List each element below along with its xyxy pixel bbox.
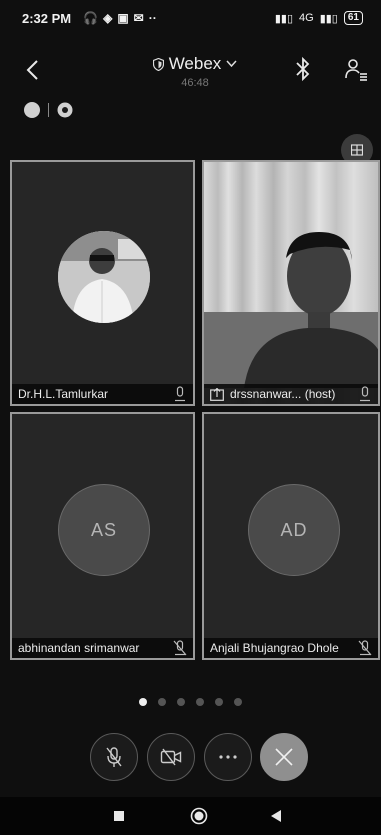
- participant-label: drssnanwar... (host): [204, 384, 378, 404]
- indicator-divider: [48, 103, 49, 117]
- meeting-indicators: [24, 102, 73, 118]
- app-icon: ◈: [103, 11, 113, 25]
- participant-tile-4[interactable]: AD Anjali Bhujangrao Dhole: [202, 412, 380, 660]
- page-dot[interactable]: [139, 698, 147, 706]
- system-nav-bar: [0, 797, 381, 835]
- chevron-down-icon: [226, 60, 237, 68]
- video-off-icon: [160, 748, 182, 766]
- participant-label: abhinandan srimanwar: [12, 638, 193, 658]
- call-controls: [0, 733, 381, 783]
- more-options-button[interactable]: [204, 733, 252, 781]
- grid-icon: [351, 144, 363, 156]
- home-icon[interactable]: [190, 807, 208, 825]
- page-dot[interactable]: [215, 698, 223, 706]
- meeting-title-block[interactable]: Webex 46:48: [140, 54, 250, 89]
- status-time: 2:32 PM: [22, 10, 72, 26]
- participant-initials: AD: [280, 519, 308, 540]
- message-icon: ▣: [117, 11, 129, 25]
- page-dot[interactable]: [158, 698, 166, 706]
- meeting-header: Webex 46:48: [0, 48, 381, 94]
- page-dot[interactable]: [196, 698, 204, 706]
- participant-video-feed: [204, 232, 378, 388]
- end-call-button[interactable]: [260, 733, 308, 781]
- headphones-icon: 🎧: [83, 11, 99, 25]
- participant-name: Anjali Bhujangrao Dhole: [210, 641, 339, 655]
- participant-name: Dr.H.L.Tamlurkar: [18, 387, 109, 401]
- page-dot[interactable]: [234, 698, 242, 706]
- status-bar: 2:32 PM 🎧 ◈ ▣ ✉ ·· ▮▮▯ 4G ▮▮▯ 61: [0, 0, 381, 36]
- meeting-title: Webex: [168, 54, 222, 73]
- participants-icon[interactable]: [344, 57, 368, 81]
- battery-level: 61: [347, 12, 359, 23]
- participant-name: drssnanwar... (host): [230, 387, 336, 401]
- participant-initials-avatar: AS: [58, 484, 150, 576]
- back-icon[interactable]: [270, 810, 282, 822]
- share-screen-icon: [210, 387, 224, 401]
- page-dot[interactable]: [177, 698, 185, 706]
- more-icon: [219, 755, 237, 759]
- signal2-icon: ▮▮▯: [319, 12, 338, 25]
- participant-tile-2[interactable]: drssnanwar... (host): [202, 160, 380, 406]
- mic-muted-icon: [173, 640, 187, 656]
- page-indicator: [0, 698, 381, 706]
- bluetooth-icon[interactable]: [292, 56, 314, 82]
- participant-label: Dr.H.L.Tamlurkar: [12, 384, 193, 404]
- participant-initials: AS: [90, 519, 117, 540]
- participant-photo: [58, 231, 150, 323]
- recording-indicator-icon: [57, 102, 73, 118]
- video-toggle-button[interactable]: [147, 733, 195, 781]
- mic-off-icon: [106, 747, 122, 767]
- mic-icon: [360, 386, 370, 402]
- network-type: 4G: [299, 12, 314, 24]
- signal-icon: ▮▮▯: [274, 12, 294, 25]
- back-chevron-icon[interactable]: [22, 58, 46, 82]
- shield-icon: [152, 57, 164, 71]
- participant-initials-avatar: AD: [248, 484, 340, 576]
- participant-name: abhinandan srimanwar: [18, 641, 140, 655]
- security-indicator-icon: [24, 102, 40, 118]
- mute-button[interactable]: [90, 733, 138, 781]
- participant-tile-1[interactable]: Dr.H.L.Tamlurkar: [10, 160, 195, 406]
- close-icon: [275, 748, 293, 766]
- gmail-icon: ✉: [133, 11, 144, 25]
- recents-icon[interactable]: [114, 811, 124, 821]
- mic-muted-icon: [358, 640, 372, 656]
- participant-label: Anjali Bhujangrao Dhole: [204, 638, 378, 658]
- participant-tile-3[interactable]: AS abhinandan srimanwar: [10, 412, 195, 660]
- battery-icon: 61: [343, 11, 363, 25]
- more-notifications-icon: ··: [148, 11, 157, 25]
- mic-icon: [175, 386, 185, 402]
- meeting-timer: 46:48: [181, 77, 209, 89]
